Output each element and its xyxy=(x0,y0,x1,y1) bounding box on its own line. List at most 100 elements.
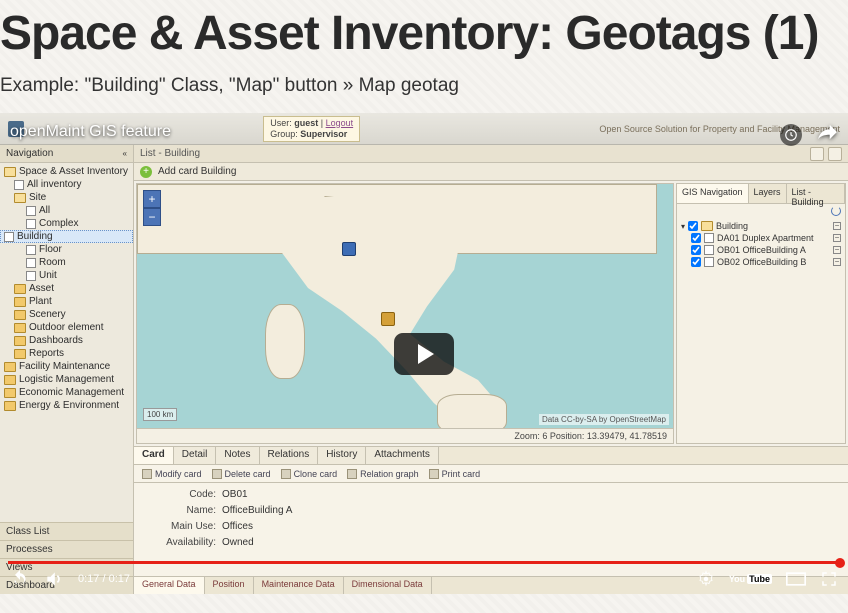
navigation-header: Navigation « xyxy=(0,145,133,163)
nav-item-outdoor-element[interactable]: Outdoor element xyxy=(0,321,133,334)
gis-tab-gis-navigation[interactable]: GIS Navigation xyxy=(677,184,749,203)
card-tab-attachments[interactable]: Attachments xyxy=(366,447,439,464)
nav-item-all-inventory[interactable]: All inventory xyxy=(0,178,133,191)
video-title[interactable]: openMaint GIS feature xyxy=(10,123,171,141)
nav-item-room[interactable]: Room xyxy=(0,256,133,269)
card-tab-relations[interactable]: Relations xyxy=(260,447,319,464)
add-card-button[interactable]: Add card Building xyxy=(158,166,236,177)
map-canvas[interactable]: + − 100 km Data CC-by-SA by OpenStreetMa… xyxy=(136,183,674,444)
replay-button[interactable] xyxy=(10,569,30,589)
nav-item-site[interactable]: Site xyxy=(0,191,133,204)
zoom-out-button[interactable]: − xyxy=(143,208,161,226)
nav-item-reports[interactable]: Reports xyxy=(0,347,133,360)
page-subtitle: Example: "Building" Class, "Map" button … xyxy=(0,71,848,113)
card-tab-history[interactable]: History xyxy=(318,447,366,464)
nav-item-floor[interactable]: Floor xyxy=(0,243,133,256)
nav-item-complex[interactable]: Complex xyxy=(0,217,133,230)
zoom-in-button[interactable]: + xyxy=(143,190,161,208)
toolbar-clone-card[interactable]: Clone card xyxy=(281,469,338,479)
volume-button[interactable] xyxy=(44,569,64,589)
nav-item-all[interactable]: All xyxy=(0,204,133,217)
page-icon xyxy=(704,245,714,255)
nav-item-energy-environment[interactable]: Energy & Environment xyxy=(0,399,133,412)
toolbar-icon xyxy=(429,469,439,479)
folder-icon xyxy=(14,323,26,333)
user-box: User: guest | Logout Group: Supervisor xyxy=(263,116,360,142)
content-toolbar: + Add card Building xyxy=(134,163,848,181)
nav-item-label: Economic Management xyxy=(19,387,124,398)
card-tab-notes[interactable]: Notes xyxy=(216,447,259,464)
gis-item-checkbox[interactable] xyxy=(691,233,701,243)
play-button[interactable] xyxy=(394,333,454,375)
user-name: guest xyxy=(294,118,318,128)
map-view-button[interactable] xyxy=(810,147,824,161)
page-icon xyxy=(26,219,36,229)
nav-item-label: Reports xyxy=(29,348,64,359)
toolbar-delete-card[interactable]: Delete card xyxy=(212,469,271,479)
toolbar-icon xyxy=(142,469,152,479)
toolbar-modify-card[interactable]: Modify card xyxy=(142,469,202,479)
map-marker[interactable] xyxy=(342,242,356,256)
gis-tree-item[interactable]: OB02 OfficeBuilding B − xyxy=(679,256,843,268)
list-view-button[interactable] xyxy=(828,147,842,161)
folder-icon xyxy=(4,167,16,177)
toolbar-relation-graph[interactable]: Relation graph xyxy=(347,469,419,479)
logout-link[interactable]: Logout xyxy=(326,118,354,128)
nav-item-facility-maintenance[interactable]: Facility Maintenance xyxy=(0,360,133,373)
folder-icon xyxy=(14,193,26,203)
add-icon[interactable]: + xyxy=(140,166,152,178)
toolbar-label: Clone card xyxy=(294,469,338,479)
nav-item-space-asset-inventory[interactable]: Space & Asset Inventory xyxy=(0,165,133,178)
nav-item-scenery[interactable]: Scenery xyxy=(0,308,133,321)
card-tabs: CardDetailNotesRelationsHistoryAttachmen… xyxy=(134,447,848,465)
map-attribution: Data CC-by-SA by OpenStreetMap xyxy=(539,414,669,425)
collapse-icon[interactable]: − xyxy=(833,246,841,254)
nav-item-dashboards[interactable]: Dashboards xyxy=(0,334,133,347)
collapse-icon[interactable]: − xyxy=(833,234,841,242)
map-scale: 100 km xyxy=(143,408,177,421)
nav-item-label: All xyxy=(39,205,50,216)
nav-item-logistic-management[interactable]: Logistic Management xyxy=(0,373,133,386)
fullscreen-button[interactable] xyxy=(820,570,838,588)
card-tab-card[interactable]: Card xyxy=(134,447,174,464)
page-icon xyxy=(26,271,36,281)
content-title: List - Building xyxy=(140,148,200,159)
map-marker-selected[interactable] xyxy=(381,312,395,326)
field-label: Main Use: xyxy=(146,521,216,532)
nav-item-label: Logistic Management xyxy=(19,374,114,385)
collapse-icon[interactable]: − xyxy=(833,258,841,266)
field-value: OB01 xyxy=(222,489,248,500)
settings-button[interactable] xyxy=(697,570,715,588)
nav-item-asset[interactable]: Asset xyxy=(0,282,133,295)
gis-tree-item[interactable]: DA01 Duplex Apartment− xyxy=(679,232,843,244)
nav-item-label: Unit xyxy=(39,270,57,281)
gis-root-checkbox[interactable] xyxy=(688,221,698,231)
gis-item-checkbox[interactable] xyxy=(691,257,701,267)
accordion-processes[interactable]: Processes xyxy=(0,540,133,558)
card-tab-detail[interactable]: Detail xyxy=(174,447,217,464)
nav-item-unit[interactable]: Unit xyxy=(0,269,133,282)
gis-tab-layers[interactable]: Layers xyxy=(749,184,787,203)
toolbar-label: Relation graph xyxy=(360,469,419,479)
gis-item-label: OB02 OfficeBuilding B xyxy=(717,257,806,267)
gis-tab-list-building[interactable]: List - Building xyxy=(787,184,845,203)
collapse-icon[interactable]: « xyxy=(123,149,127,158)
nav-header-label: Navigation xyxy=(6,148,53,159)
accordion-class-list[interactable]: Class List xyxy=(0,522,133,540)
watch-later-icon[interactable] xyxy=(780,124,802,146)
nav-item-building[interactable]: Building xyxy=(0,230,133,243)
theater-button[interactable] xyxy=(786,572,806,586)
refresh-icon[interactable] xyxy=(831,206,841,216)
share-icon[interactable] xyxy=(816,123,838,146)
gis-item-checkbox[interactable] xyxy=(691,245,701,255)
gis-tree-item[interactable]: OB01 OfficeBuilding A− xyxy=(679,244,843,256)
toolbar-icon xyxy=(212,469,222,479)
folder-icon xyxy=(4,375,16,385)
nav-item-plant[interactable]: Plant xyxy=(0,295,133,308)
nav-item-economic-management[interactable]: Economic Management xyxy=(0,386,133,399)
field-label: Availability: xyxy=(146,537,216,548)
youtube-logo[interactable]: YouTube xyxy=(729,574,772,584)
collapse-icon[interactable]: − xyxy=(833,222,841,230)
gis-tree-root[interactable]: ▾ Building − xyxy=(679,220,843,232)
toolbar-print-card[interactable]: Print card xyxy=(429,469,481,479)
